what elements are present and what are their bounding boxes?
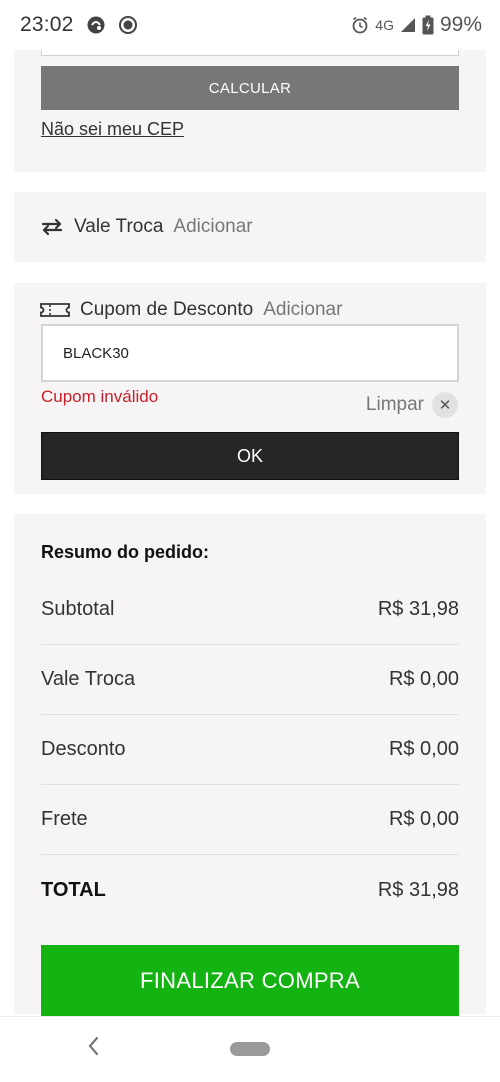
clear-coupon-button[interactable]: Limpar ✕	[366, 392, 458, 418]
summary-value: R$ 31,98	[377, 878, 459, 901]
clear-coupon-label: Limpar	[365, 394, 424, 415]
vale-troca-title: Vale Troca	[74, 216, 164, 237]
summary-row-subtotal: Subtotal R$ 31,98	[41, 575, 459, 645]
summary-value: R$ 0,00	[388, 808, 459, 830]
order-summary-rows: Subtotal R$ 31,98 Vale Troca R$ 0,00 Des…	[41, 575, 459, 925]
coupon-header: Cupom de Desconto Adicionar	[40, 299, 342, 321]
battery-charging-icon	[422, 15, 434, 35]
coupon-error-message: Cupom inválido	[41, 387, 159, 406]
coupon-card: Cupom de Desconto Adicionar Cupom inváli…	[14, 283, 486, 494]
summary-label: TOTAL	[41, 878, 106, 901]
home-pill-icon[interactable]	[230, 1042, 270, 1056]
status-left: 23:02	[20, 13, 138, 37]
system-nav-bar	[0, 1016, 500, 1082]
summary-value: R$ 0,00	[388, 738, 459, 760]
coupon-input[interactable]	[41, 324, 459, 382]
coupon-title: Cupom de Desconto	[80, 299, 254, 320]
dont-know-cep-link[interactable]: Não sei meu CEP	[41, 119, 184, 140]
coupon-add-link[interactable]: Adicionar	[263, 299, 342, 321]
summary-label: Subtotal	[41, 598, 115, 620]
swap-arrows-icon	[40, 217, 64, 237]
back-chevron-icon[interactable]	[86, 1035, 100, 1057]
vale-troca-card: Vale Troca Adicionar	[14, 192, 486, 262]
summary-label: Vale Troca	[41, 668, 136, 690]
summary-value: R$ 31,98	[377, 598, 459, 620]
apply-coupon-button[interactable]: OK	[41, 432, 459, 480]
summary-label: Frete	[41, 808, 88, 830]
status-time: 23:02	[20, 13, 74, 36]
notification-app-icon	[86, 15, 106, 35]
summary-value: R$ 0,00	[388, 668, 459, 690]
status-bar: 23:02 4G 99%	[0, 0, 500, 50]
order-summary-card: Resumo do pedido: Subtotal R$ 31,98 Vale…	[14, 514, 486, 1017]
status-right: 4G 99%	[351, 13, 482, 37]
summary-row-desconto: Desconto R$ 0,00	[41, 715, 459, 785]
order-summary-title: Resumo do pedido:	[41, 542, 209, 562]
checkout-screen: 23:02 4G 99% CALCULAR Não sei meu CEP Va…	[0, 0, 500, 1082]
ticket-icon	[40, 302, 70, 318]
battery-percent: 99%	[439, 13, 482, 36]
alarm-icon	[351, 16, 369, 34]
summary-row-total: TOTAL R$ 31,98	[41, 855, 459, 925]
vale-troca-add-link[interactable]: Adicionar	[173, 216, 252, 238]
close-icon[interactable]: ✕	[432, 392, 458, 418]
summary-row-frete: Frete R$ 0,00	[41, 785, 459, 855]
finalize-purchase-button[interactable]: FINALIZAR COMPRA	[41, 945, 459, 1017]
summary-label: Desconto	[41, 738, 126, 760]
summary-row-vale-troca: Vale Troca R$ 0,00	[41, 645, 459, 715]
signal-icon	[400, 17, 416, 33]
calculate-button[interactable]: CALCULAR	[41, 66, 459, 110]
network-label: 4G	[375, 17, 394, 33]
record-icon	[118, 15, 138, 35]
